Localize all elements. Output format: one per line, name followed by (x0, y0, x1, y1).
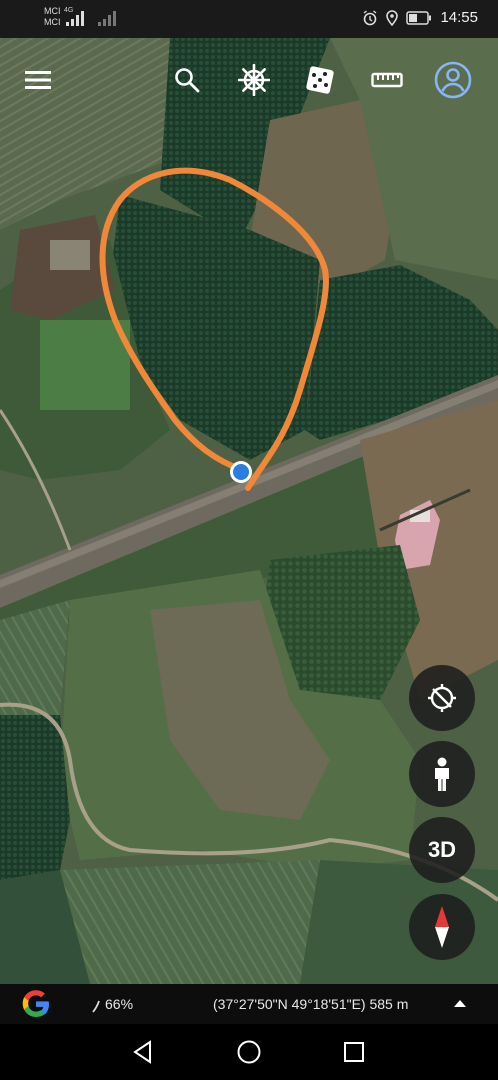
account-icon (434, 61, 472, 99)
info-bar: 66% (37°27'50"N 49°18'51"E) 585 m (0, 984, 498, 1024)
signal-icon (66, 11, 84, 26)
compass-button[interactable] (409, 894, 475, 960)
map-toolbar (0, 44, 498, 114)
satellite-map[interactable]: 3D (0, 38, 498, 984)
dice-icon (306, 66, 334, 94)
hamburger-menu-icon (25, 71, 51, 89)
street-view-person-icon (435, 757, 449, 791)
recents-icon[interactable] (343, 1041, 365, 1063)
measure-button[interactable] (365, 58, 409, 102)
compass-reset-icon (428, 684, 456, 712)
loading-indicator-icon (92, 1000, 100, 1013)
back-icon[interactable] (131, 1040, 155, 1064)
signal-icon-2 (98, 11, 116, 26)
data-usage-label: 66% (105, 996, 134, 1012)
search-button[interactable] (165, 58, 209, 102)
view-mode-label: 3D (427, 837, 457, 862)
carrier-1-label: MCI (44, 6, 61, 16)
street-view-button[interactable] (409, 741, 475, 807)
ship-wheel-icon (238, 64, 270, 96)
menu-button[interactable] (16, 58, 60, 102)
status-icons: 14:55 (362, 9, 478, 26)
view-mode-3d-button[interactable]: 3D (409, 817, 475, 883)
ruler-icon (371, 72, 403, 88)
expand-up-icon[interactable] (453, 998, 467, 1008)
carrier-info: MCI MCI (44, 6, 61, 28)
reset-rotation-button[interactable] (409, 665, 475, 731)
search-icon (175, 68, 200, 93)
home-icon[interactable] (236, 1039, 262, 1065)
coordinates-label: (37°27'50"N 49°18'51"E) 585 m (213, 996, 409, 1012)
google-logo-icon[interactable] (20, 988, 52, 1020)
battery-icon (406, 10, 432, 25)
voyager-button[interactable] (232, 58, 276, 102)
compass-needle-icon (435, 906, 449, 948)
account-button[interactable] (431, 58, 475, 102)
alarm-icon (364, 9, 377, 25)
clock: 14:55 (440, 9, 478, 26)
location-icon (386, 9, 399, 26)
feeling-lucky-button[interactable] (298, 58, 342, 102)
carrier-2-label: MCI (44, 17, 61, 27)
status-bar: MCI MCI 4G 14:55 (0, 0, 498, 38)
system-nav-bar (0, 1024, 498, 1080)
